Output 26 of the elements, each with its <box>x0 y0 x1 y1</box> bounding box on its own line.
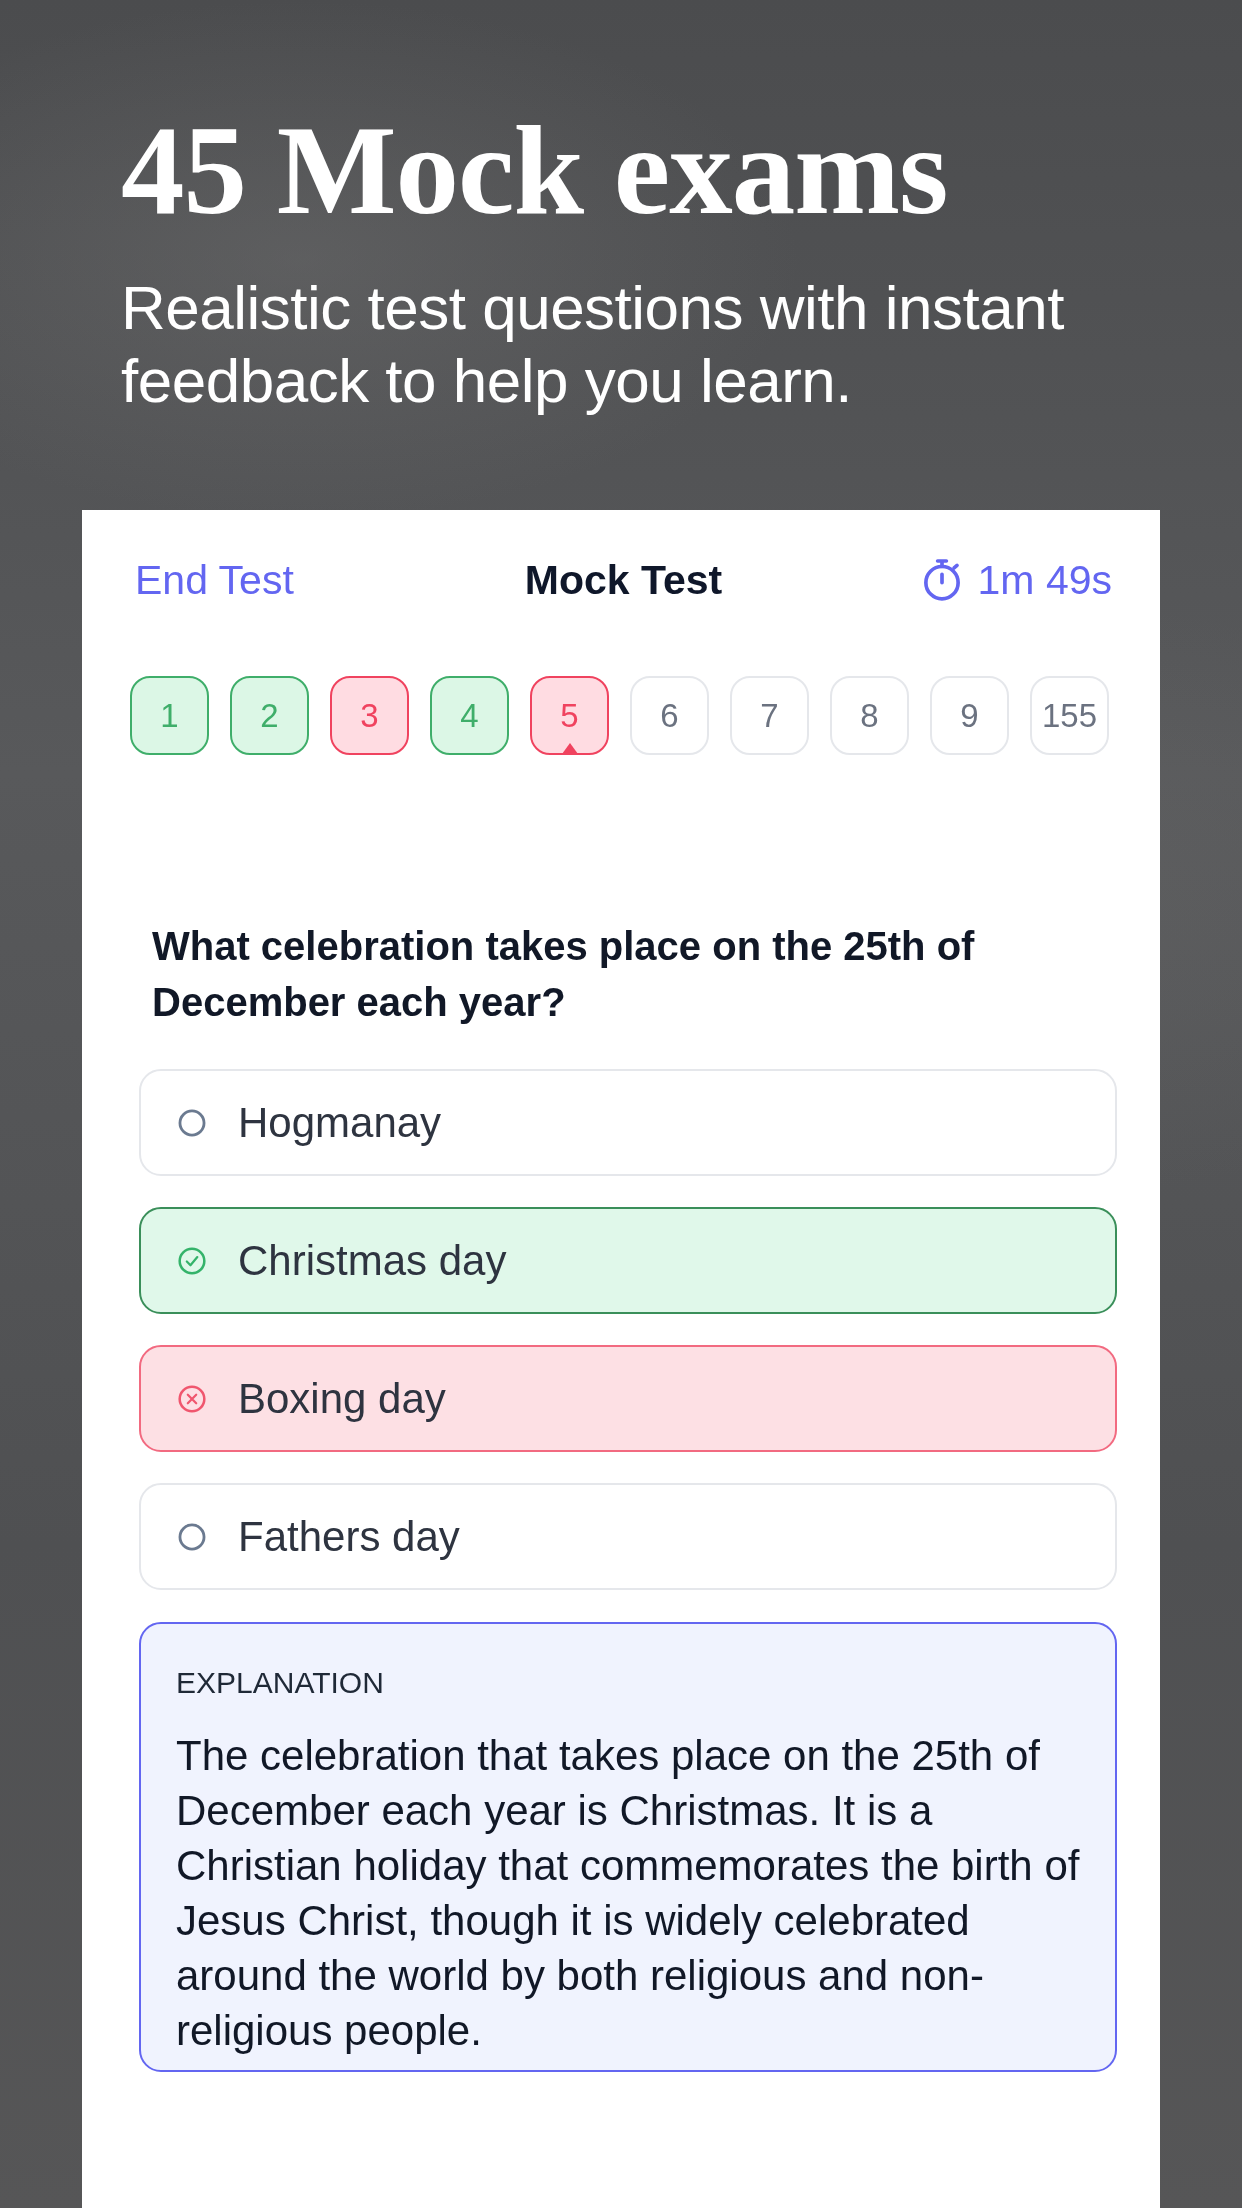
question-number-button[interactable]: 6 <box>630 676 709 755</box>
timer-text: 1m 49s <box>977 556 1112 605</box>
question-number-button[interactable]: 3 <box>330 676 409 755</box>
end-test-button[interactable]: End Test <box>135 548 294 612</box>
radio-circle-icon <box>178 1108 206 1137</box>
promo-title: 45 Mock exams <box>121 100 949 240</box>
explanation-heading: EXPLANATION <box>176 1665 385 1701</box>
question-number-button[interactable]: 2 <box>230 676 309 755</box>
question-number-button[interactable]: 155 <box>1030 676 1109 755</box>
question-number-button[interactable]: 4 <box>430 676 509 755</box>
question-number-button[interactable]: 5 <box>530 676 609 755</box>
x-circle-icon <box>178 1384 206 1413</box>
answer-option[interactable]: Fathers day <box>139 1483 1117 1590</box>
question-number-button[interactable]: 9 <box>930 676 1009 755</box>
radio-circle-icon <box>178 1522 206 1551</box>
screen-title: Mock Test <box>524 556 723 605</box>
question-number-button[interactable]: 1 <box>130 676 209 755</box>
question-number-button[interactable]: 7 <box>730 676 809 755</box>
question-number-button[interactable]: 8 <box>830 676 909 755</box>
question-text: What celebration takes place on the 25th of December each year? <box>152 923 976 1026</box>
check-circle-icon <box>178 1246 206 1275</box>
answer-option[interactable]: Boxing day <box>139 1345 1117 1452</box>
answer-option[interactable]: Christmas day <box>139 1207 1117 1314</box>
explanation-text: The celebration that takes place on the 25th of December each year is Christmas. It is a Christian holiday that commemorates the birth of Jesus Christ, though it is widely celebrated around the world by both religious and non-religious people. <box>176 1731 1081 2056</box>
promo-subtitle: Realistic test questions with instant feedback to help you learn. <box>121 272 1065 417</box>
answer-option[interactable]: Hogmanay <box>139 1069 1117 1176</box>
